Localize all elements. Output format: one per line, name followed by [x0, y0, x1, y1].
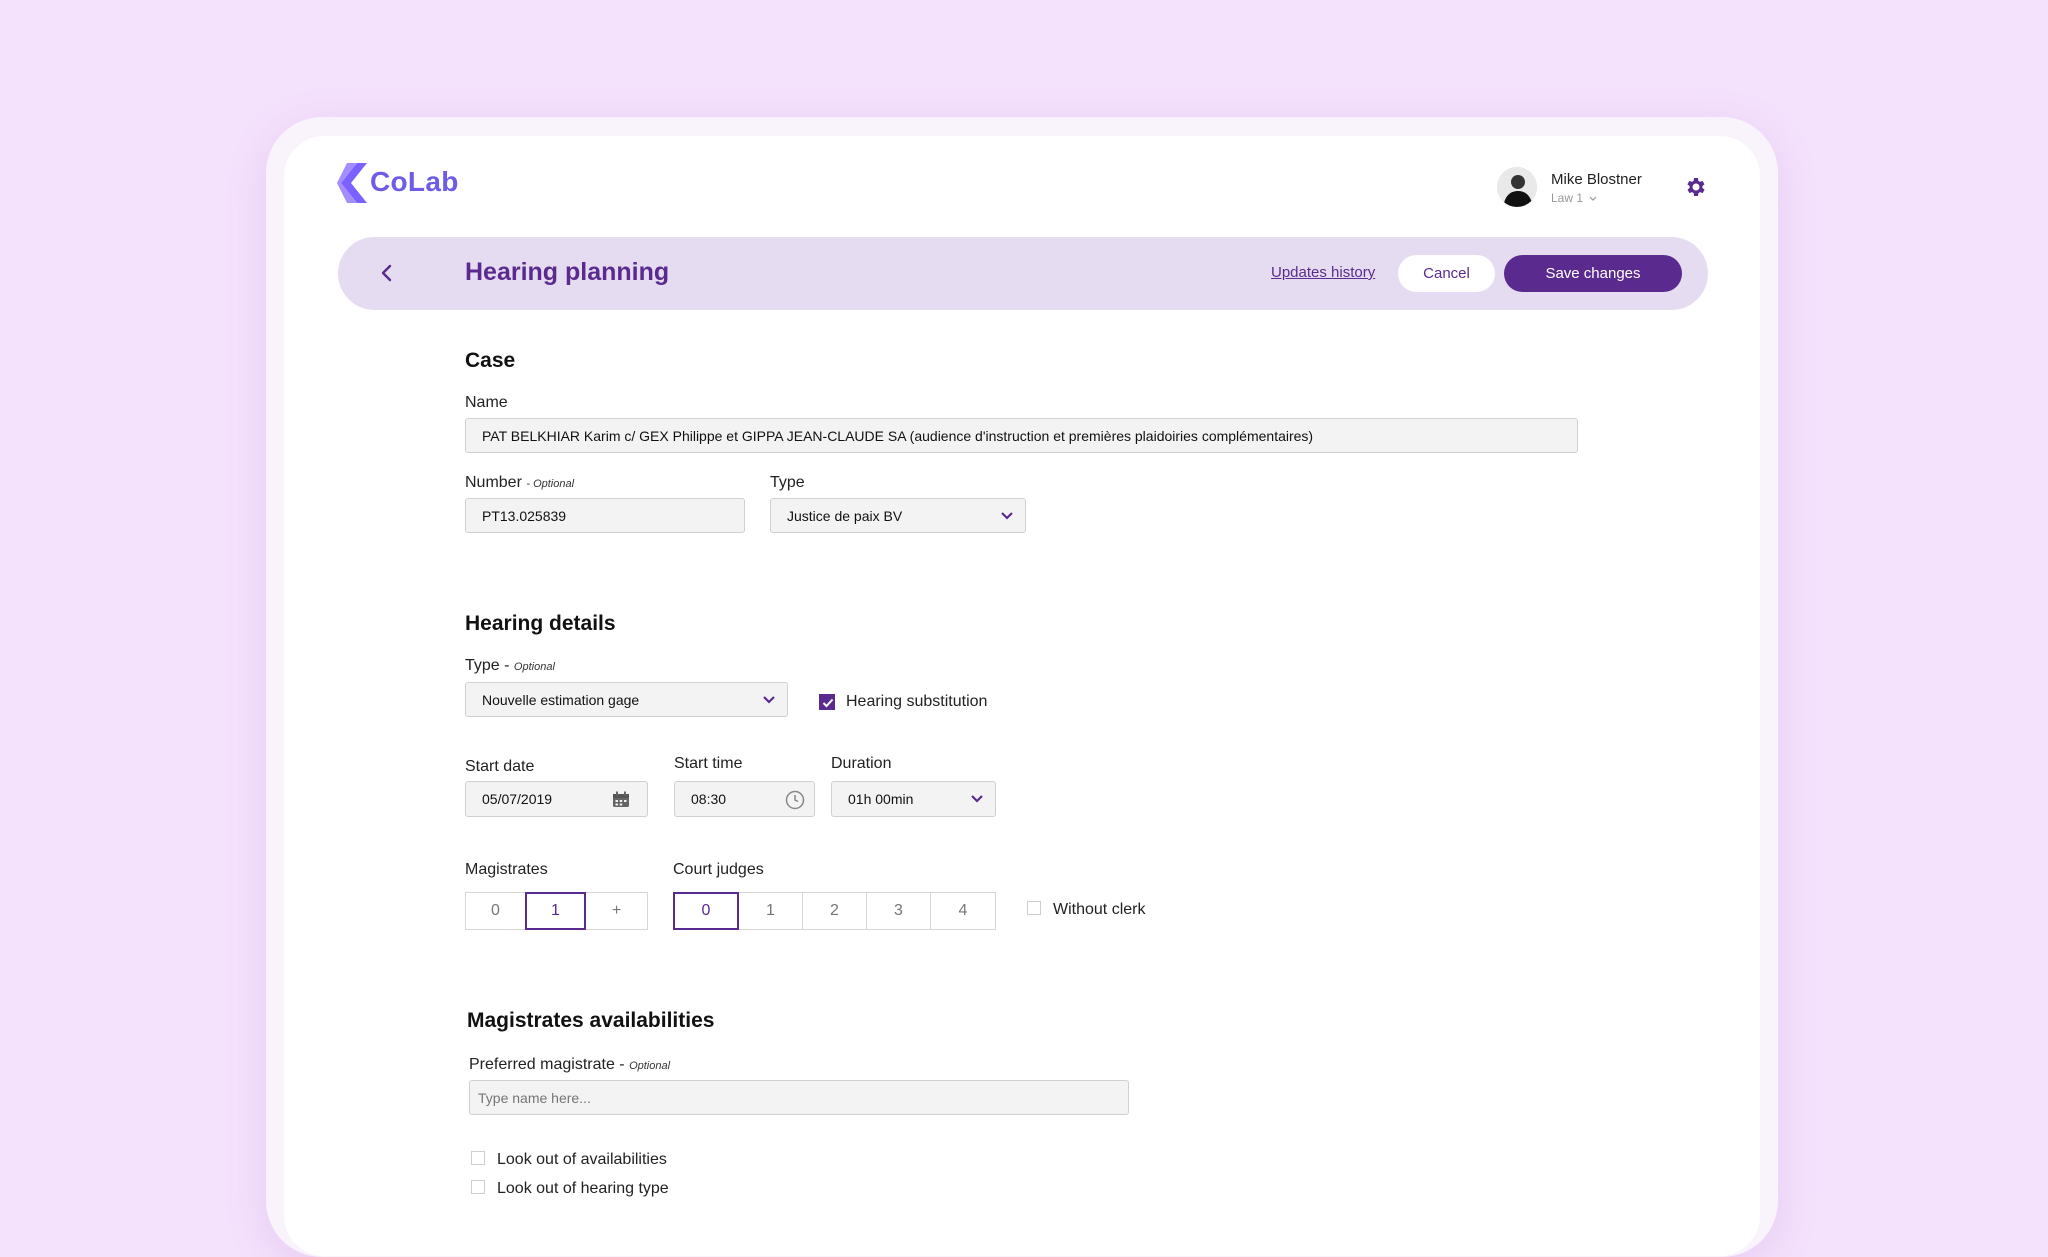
cancel-button[interactable]: Cancel: [1398, 255, 1495, 292]
chevron-down-icon: [971, 795, 983, 803]
court-judges-option[interactable]: 2: [802, 892, 867, 930]
hearing-details-title: Hearing details: [465, 612, 616, 635]
duration-value: 01h 00min: [848, 791, 914, 807]
case-number-label-text: Number: [465, 474, 522, 491]
hearing-type-select[interactable]: Nouvelle estimation gage: [465, 682, 788, 717]
look-out-availabilities-label: Look out of availabilities: [497, 1151, 667, 1168]
calendar-icon[interactable]: [612, 791, 630, 808]
case-number-label: Number - Optional: [465, 474, 574, 492]
case-number-field[interactable]: PT13.025839: [465, 498, 745, 533]
user-org-label: Law 1: [1551, 191, 1584, 205]
hearing-substitution-label: Hearing substitution: [846, 693, 988, 710]
magistrates-add-option[interactable]: +: [585, 892, 648, 930]
court-judges-option[interactable]: 4: [930, 892, 996, 930]
start-date-field[interactable]: 05/07/2019: [465, 781, 648, 817]
colab-logo-icon[interactable]: [337, 163, 367, 203]
duration-select[interactable]: 01h 00min: [831, 781, 996, 817]
chevron-down-icon: [763, 695, 775, 704]
court-judges-label: Court judges: [673, 861, 764, 878]
court-judges-option[interactable]: 1: [738, 892, 803, 930]
court-judges-option[interactable]: 3: [866, 892, 931, 930]
chevron-left-icon[interactable]: [372, 258, 402, 288]
court-judges-selector: 0 1 2 3 4: [673, 892, 996, 930]
hearing-type-label: Type - Optional: [465, 657, 555, 675]
start-date-value: 05/07/2019: [482, 791, 553, 807]
case-name-value: PAT BELKHIAR Karim c/ GEX Philippe et GI…: [482, 427, 1314, 444]
availabilities-title: Magistrates availabilities: [467, 1009, 715, 1032]
chevron-down-icon: [1589, 196, 1597, 201]
start-time-label: Start time: [674, 755, 743, 772]
preferred-magistrate-label-text: Preferred magistrate -: [469, 1056, 625, 1073]
preferred-magistrate-optional: Optional: [629, 1060, 671, 1072]
hearing-type-value: Nouvelle estimation gage: [482, 691, 640, 708]
case-name-field[interactable]: PAT BELKHIAR Karim c/ GEX Philippe et GI…: [465, 418, 1578, 453]
avatar[interactable]: [1497, 167, 1537, 207]
magistrates-option[interactable]: 0: [465, 892, 526, 930]
hearing-type-label-text: Type -: [465, 657, 510, 674]
start-date-label: Start date: [465, 758, 535, 775]
case-section-title: Case: [465, 349, 516, 372]
user-name[interactable]: Mike Blostner: [1551, 171, 1642, 188]
preferred-magistrate-input[interactable]: [469, 1080, 1129, 1115]
case-type-label: Type: [770, 474, 805, 491]
magistrates-label: Magistrates: [465, 861, 548, 878]
preferred-magistrate-label: Preferred magistrate - Optional: [469, 1056, 670, 1074]
updates-history-link[interactable]: Updates history: [1271, 264, 1375, 281]
magistrates-option-selected[interactable]: 1: [525, 892, 586, 930]
avatar-image-icon: [1497, 167, 1537, 207]
case-name-label: Name: [465, 394, 508, 411]
page-title: Hearing planning: [465, 258, 670, 286]
look-out-hearing-type-label: Look out of hearing type: [497, 1180, 669, 1197]
app-name[interactable]: CoLab: [370, 166, 459, 198]
hearing-substitution-checkbox[interactable]: [819, 694, 835, 710]
save-changes-button[interactable]: Save changes: [1504, 255, 1682, 292]
start-time-field[interactable]: 08:30: [674, 781, 815, 817]
user-org-selector[interactable]: Law 1: [1551, 191, 1597, 205]
gear-icon[interactable]: [1683, 175, 1707, 199]
look-out-availabilities-checkbox[interactable]: [471, 1151, 485, 1165]
case-type-select[interactable]: Justice de paix BV: [770, 498, 1026, 533]
check-icon: [822, 698, 834, 708]
without-clerk-checkbox[interactable]: [1027, 901, 1041, 915]
look-out-hearing-type-checkbox[interactable]: [471, 1180, 485, 1194]
hearing-type-optional: Optional: [513, 661, 555, 673]
court-judges-option-selected[interactable]: 0: [673, 892, 739, 930]
without-clerk-label: Without clerk: [1053, 901, 1146, 918]
clock-icon[interactable]: [785, 790, 805, 810]
start-time-value: 08:30: [691, 791, 727, 807]
duration-label: Duration: [831, 755, 892, 772]
chevron-down-icon: [1001, 511, 1013, 520]
case-type-value: Justice de paix BV: [787, 507, 903, 524]
case-number-optional: - Optional: [526, 478, 575, 490]
case-number-value: PT13.025839: [482, 507, 567, 524]
magistrates-selector: 0 1 +: [465, 892, 648, 930]
